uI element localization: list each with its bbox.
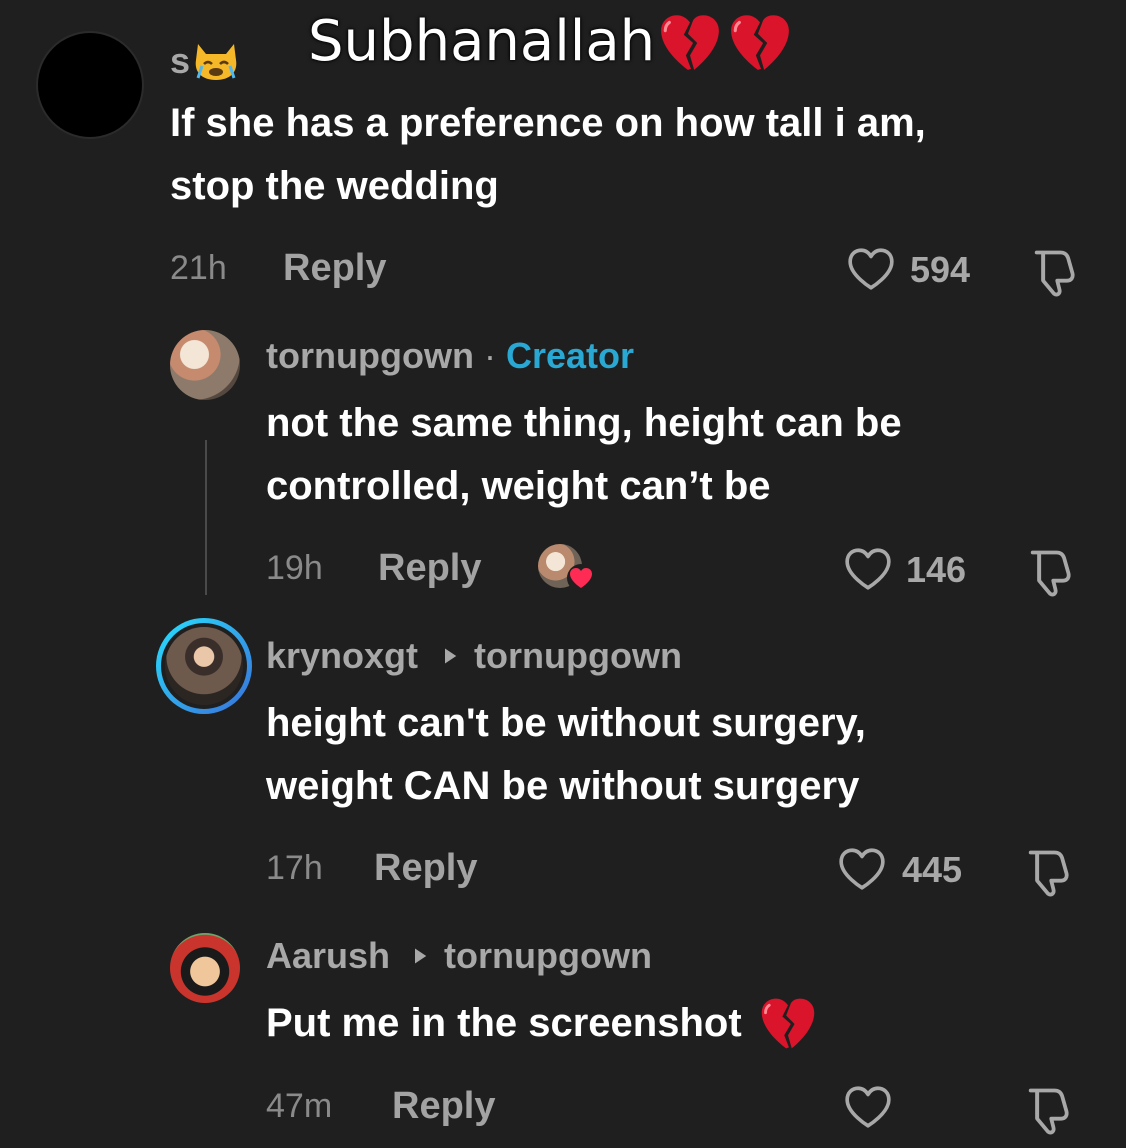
dislike-icon[interactable]: [1022, 1084, 1074, 1136]
comment-text-line: If she has a preference on how tall i am…: [170, 101, 926, 145]
like-heart-icon[interactable]: [843, 1084, 893, 1130]
comment-text-line: height can't be without surgery,: [266, 701, 866, 745]
comment-text-line: weight CAN be without surgery: [266, 764, 860, 808]
like-count: 146: [906, 549, 967, 590]
creator-badge: Creator: [505, 335, 635, 376]
reply-to-username[interactable]: tornupgown: [444, 936, 652, 976]
comment-text-line: not the same thing, height can be: [266, 401, 902, 445]
reply-button[interactable]: Reply: [392, 1086, 495, 1126]
comment-username-row: krynoxgt tornupgown: [266, 636, 682, 676]
reply-button[interactable]: Reply: [283, 248, 386, 288]
dislike-icon[interactable]: [1024, 546, 1076, 598]
comment-username-row: Aarush tornupgown: [266, 936, 652, 976]
comment-text-line: Put me in the screenshot: [266, 1001, 742, 1045]
thread-line: [205, 440, 207, 595]
overlay-hearts: [657, 12, 793, 72]
comment-timestamp: 47m: [266, 1087, 333, 1125]
comment-username[interactable]: krynoxgt: [266, 636, 418, 676]
reply-arrow-icon: [440, 646, 460, 666]
avatar-ring-gap: [161, 623, 247, 709]
dislike-icon[interactable]: [1028, 246, 1080, 298]
crying-cat-icon: [195, 44, 237, 80]
red-heart-icon: [567, 564, 595, 592]
reply-arrow-icon: [410, 946, 430, 966]
like-heart-icon[interactable]: [846, 246, 896, 292]
overlay-caption: Subhanallah: [308, 8, 793, 76]
broken-heart-icon: [727, 12, 793, 72]
comment-username[interactable]: Aarush: [266, 936, 390, 976]
reply-to-username[interactable]: tornupgown: [474, 636, 682, 676]
like-heart-icon[interactable]: [843, 546, 893, 592]
creator-liked-indicator: [538, 544, 598, 596]
like-heart-icon[interactable]: [837, 846, 887, 892]
comment-username[interactable]: tornupgown: [266, 335, 474, 376]
comment-username-row: tornupgown · Creator: [266, 336, 634, 376]
broken-heart-icon: [657, 12, 723, 72]
comment-timestamp: 19h: [266, 549, 323, 587]
comment-text-line: controlled, weight can’t be: [266, 464, 771, 508]
overlay-caption-text: Subhanallah: [308, 9, 656, 74]
comment-timestamp: 17h: [266, 849, 323, 887]
avatar: [165, 627, 243, 705]
dislike-icon[interactable]: [1022, 846, 1074, 898]
avatar[interactable]: [170, 330, 240, 400]
reply-button[interactable]: Reply: [374, 848, 477, 888]
comment-text-line: stop the wedding: [170, 164, 499, 208]
comment-username[interactable]: s: [170, 38, 240, 84]
broken-heart-icon: [758, 995, 818, 1051]
separator: ·: [483, 335, 496, 376]
avatar[interactable]: [170, 933, 240, 1003]
like-count: 594: [910, 249, 971, 290]
avatar[interactable]: [38, 33, 142, 137]
avatar-story-ring[interactable]: [156, 618, 252, 714]
like-count: 445: [902, 849, 963, 890]
reply-button[interactable]: Reply: [378, 548, 481, 588]
comment-timestamp: 21h: [170, 249, 227, 287]
comment-text-row: Put me in the screenshot: [266, 992, 818, 1054]
